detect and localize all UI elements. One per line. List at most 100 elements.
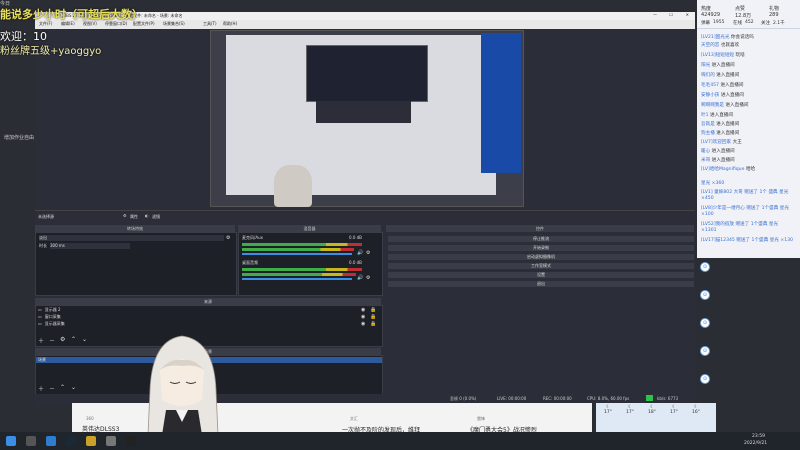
- cpu-fps: CPU: 8.0%, 60.00 fps: [587, 396, 630, 401]
- source-item[interactable]: ▭ 显示器采集: [38, 321, 378, 327]
- stat-label: 弹幕: [701, 21, 710, 26]
- chat-user[interactable]: [LV7]欢迎回家: [701, 140, 731, 145]
- chat-user[interactable]: 安静小孩: [701, 93, 719, 98]
- eye-icon[interactable]: ◉: [361, 307, 365, 313]
- scroll-button[interactable]: ⊙: [700, 318, 710, 328]
- preview-nested-obs: [316, 101, 411, 123]
- stat-value: 1955: [713, 20, 725, 25]
- folder-icon[interactable]: [86, 436, 96, 446]
- menu-scene-collection[interactable]: 场景集合(S): [163, 21, 185, 27]
- steam-icon[interactable]: [66, 436, 76, 446]
- weather-temp: 17°: [604, 410, 612, 415]
- filter-icon[interactable]: ◐: [145, 213, 149, 218]
- scroll-button[interactable]: ⊙: [700, 290, 710, 300]
- remove-scene-icon[interactable]: －: [49, 384, 55, 393]
- maximize-icon[interactable]: ☐: [669, 12, 673, 17]
- transition-panel-head: 转场特效: [35, 225, 235, 232]
- chat-user[interactable]: 阳光: [701, 63, 710, 68]
- settings-button[interactable]: 设置: [388, 272, 694, 278]
- move-up-icon[interactable]: ⌃: [71, 336, 76, 343]
- eye-icon[interactable]: ◉: [361, 321, 365, 327]
- scroll-button[interactable]: ⊙: [700, 374, 710, 384]
- app-icon[interactable]: [106, 436, 116, 446]
- chat-message: 阳光 进入直播间: [701, 62, 735, 68]
- stat-value: 452: [745, 20, 754, 25]
- monitor-icon: ▭: [38, 321, 42, 326]
- duration-input[interactable]: 300 ms: [50, 243, 130, 249]
- weather-temp: 18°: [648, 410, 656, 415]
- taskbar-time[interactable]: 23:59: [752, 434, 765, 439]
- chat-text: 进入直播间: [716, 122, 740, 127]
- scroll-button[interactable]: ⊙: [700, 262, 710, 272]
- chat-user[interactable]: 吾就是: [701, 122, 715, 127]
- menu-help[interactable]: 帮助(H): [223, 21, 237, 27]
- source-item[interactable]: ▭ 显示器 2: [38, 307, 378, 313]
- close-icon[interactable]: ✕: [686, 12, 689, 17]
- transition-select[interactable]: 淡出: [39, 235, 224, 241]
- speaker-icon[interactable]: 🔊: [357, 250, 363, 256]
- volume-slider[interactable]: [242, 278, 352, 280]
- obs-icon[interactable]: [126, 436, 136, 446]
- scroll-button[interactable]: ⊙: [700, 346, 710, 356]
- chat-user[interactable]: 狗主播: [701, 131, 715, 136]
- chat-user[interactable]: 啊啊啊我是: [701, 103, 724, 108]
- chat-user[interactable]: [LV21]国光光: [701, 35, 729, 40]
- stop-streaming-button[interactable]: 停止推流: [388, 236, 694, 242]
- exit-button[interactable]: 退出: [388, 281, 694, 287]
- menu-tools[interactable]: 工具(T): [203, 21, 217, 27]
- source-name: 显示器 2: [44, 307, 61, 312]
- lock-icon[interactable]: 🔒: [370, 321, 376, 327]
- window-icon: ▭: [38, 314, 42, 319]
- gift-message: [LV8]少年是一缕月心 赠送了 1个盛典 星光 ×100: [701, 206, 789, 217]
- gear-icon[interactable]: ⚙: [226, 235, 230, 241]
- chat-message: 暖心 进入直播间: [701, 148, 735, 154]
- gear-icon[interactable]: ⚙: [366, 250, 370, 256]
- dropped-frames: 丢帧 0 (0.0%): [450, 396, 477, 401]
- stat-label: 热度: [701, 6, 712, 12]
- chat-user[interactable]: 暖心: [701, 149, 710, 154]
- mixer-meter: [242, 268, 362, 271]
- add-scene-icon[interactable]: ＋: [38, 384, 44, 393]
- gear-icon[interactable]: ⚙: [123, 213, 127, 218]
- properties-button[interactable]: 属性: [130, 214, 138, 220]
- chat-user[interactable]: [LV]哈哈Magnifique: [701, 167, 744, 172]
- start-recording-button[interactable]: 开始录制: [388, 245, 694, 251]
- chat-user[interactable]: 毛毛457: [701, 83, 719, 88]
- chat-text: 进入直播间: [725, 103, 749, 108]
- gear-icon[interactable]: ⚙: [366, 275, 370, 281]
- minimize-icon[interactable]: —: [653, 12, 657, 17]
- weather-day: ☾ 17°: [598, 405, 618, 415]
- chat-user[interactable]: 天空的恋: [701, 43, 719, 48]
- start-icon[interactable]: [6, 436, 16, 446]
- eye-icon[interactable]: ◉: [361, 314, 365, 320]
- mixer-channel-db: 0.0 dB: [349, 260, 362, 265]
- volume-slider[interactable]: [242, 253, 352, 255]
- add-source-icon[interactable]: ＋: [38, 336, 44, 345]
- move-up-icon[interactable]: ⌃: [60, 384, 65, 391]
- filters-button[interactable]: 滤镜: [152, 214, 160, 220]
- gear-icon[interactable]: ⚙: [60, 336, 65, 343]
- start-virtual-camera-button[interactable]: 启动虚拟摄像机: [388, 254, 694, 260]
- move-down-icon[interactable]: ⌄: [71, 384, 76, 391]
- speaker-icon[interactable]: 🔊: [357, 275, 363, 281]
- source-name: 显示器采集: [44, 321, 65, 326]
- overlay-goal-text: 能说多少小时（可超后大数）: [0, 8, 143, 21]
- obs-preview[interactable]: [210, 30, 524, 207]
- chat-message: 啊啊啊我是 进入直播间: [701, 102, 748, 108]
- chat-user[interactable]: 米哥: [701, 158, 710, 163]
- edge-icon[interactable]: [46, 436, 56, 446]
- duration-value: 300 ms: [50, 243, 65, 248]
- chat-user[interactable]: [LV13]短短短短: [701, 53, 734, 58]
- studio-mode-button[interactable]: 工作室模式: [388, 263, 694, 269]
- lock-icon[interactable]: 🔒: [370, 307, 376, 313]
- remove-source-icon[interactable]: －: [49, 336, 55, 345]
- chat-user[interactable]: 嗨们的: [701, 73, 715, 78]
- overlay-fan-badge-text: 粉丝牌五级+yaoggyo: [0, 46, 102, 57]
- lock-icon[interactable]: 🔒: [370, 314, 376, 320]
- chat-user[interactable]: 叶1: [701, 113, 709, 118]
- taskbar-date[interactable]: 2022/9/21: [744, 441, 767, 446]
- preview-chat-capture: [481, 33, 521, 173]
- source-item[interactable]: ▭ 窗口采集: [38, 314, 378, 320]
- move-down-icon[interactable]: ⌄: [82, 336, 87, 343]
- search-icon[interactable]: [26, 436, 36, 446]
